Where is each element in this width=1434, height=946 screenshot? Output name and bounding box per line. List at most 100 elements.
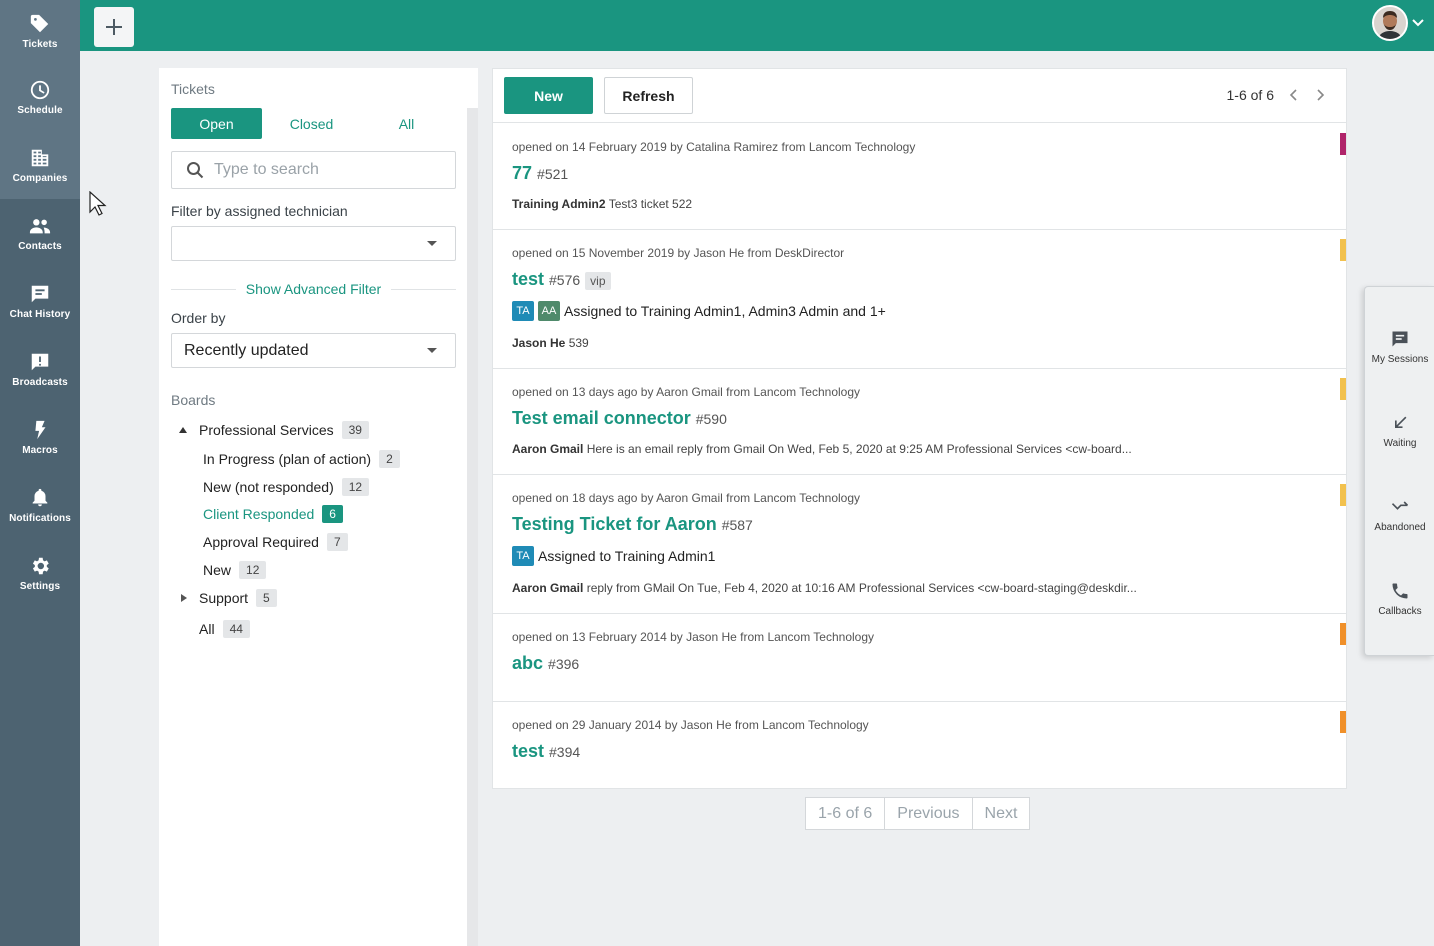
nav-label: Broadcasts xyxy=(12,376,68,388)
nav-tickets[interactable]: Tickets xyxy=(0,0,80,63)
previous-button[interactable]: Previous xyxy=(885,798,973,829)
filter-scrollbar[interactable] xyxy=(467,108,478,946)
assignee-text: Assigned to Training Admin1 xyxy=(538,548,716,564)
chevron-left-icon[interactable] xyxy=(1288,88,1300,102)
note-author: Training Admin2 xyxy=(512,197,606,211)
vip-badge: vip xyxy=(585,272,611,290)
ticket-last-note: Jason He 539 xyxy=(512,336,589,350)
ticket-title[interactable]: test #394 xyxy=(512,741,580,762)
note-author: Jason He xyxy=(512,336,566,350)
create-button[interactable] xyxy=(94,7,134,47)
list-toolbar: New Refresh 1-6 of 6 xyxy=(493,69,1346,123)
board-new-not-responded[interactable]: New (not responded) 12 xyxy=(203,478,370,496)
tab-closed[interactable]: Closed xyxy=(266,108,357,139)
ticket-row[interactable]: opened on 13 February 2014 by Jason He f… xyxy=(493,614,1346,702)
chevron-down-icon[interactable] xyxy=(1411,16,1425,30)
building-icon xyxy=(31,149,49,166)
tab-open[interactable]: Open xyxy=(171,108,262,139)
ticket-row[interactable]: opened on 18 days ago by Aaron Gmail fro… xyxy=(493,475,1346,614)
ticket-row[interactable]: opened on 29 January 2014 by Jason He fr… xyxy=(493,702,1346,789)
board-label: Client Responded xyxy=(203,506,315,522)
nav-notifications[interactable]: Notifications xyxy=(0,471,80,539)
ticket-title[interactable]: 77 #521 xyxy=(512,163,568,184)
next-button[interactable]: Next xyxy=(973,798,1030,829)
nav-label: Settings xyxy=(19,580,61,592)
note-text: reply from GMail On Tue, Feb 4, 2020 at … xyxy=(586,581,1137,595)
ticket-meta: opened on 13 days ago by Aaron Gmail fro… xyxy=(512,385,860,399)
ticket-title-text: Testing Ticket for Aaron xyxy=(512,514,717,534)
board-label: Approval Required xyxy=(203,534,319,550)
plus-icon xyxy=(106,19,122,35)
ticket-title[interactable]: test #576 vip xyxy=(512,269,611,290)
ticket-assignees: TA AA Assigned to Training Admin1, Admin… xyxy=(512,301,886,321)
ticket-title[interactable]: Test email connector #590 xyxy=(512,408,727,429)
nav-label: Macros xyxy=(22,444,58,456)
ticket-list-panel: New Refresh 1-6 of 6 opened on 14 Februa… xyxy=(492,68,1347,789)
left-nav: Tickets Schedule Companies Contacts Chat… xyxy=(0,0,80,946)
collapse-icon[interactable] xyxy=(179,427,187,433)
search-input[interactable] xyxy=(214,161,444,179)
order-select[interactable]: Recently updated xyxy=(171,333,456,368)
ticket-row[interactable]: opened on 15 November 2019 by Jason He f… xyxy=(493,230,1346,369)
assignee-text: Assigned to Training Admin1, Admin3 Admi… xyxy=(564,303,886,319)
priority-stripe xyxy=(1340,711,1346,733)
arrow-down-left-icon xyxy=(1395,416,1407,428)
ticket-number: #396 xyxy=(548,656,580,672)
nav-settings[interactable]: Settings xyxy=(0,539,80,607)
callbacks-button[interactable]: Callbacks xyxy=(1365,581,1434,617)
ticket-title[interactable]: Testing Ticket for Aaron #587 xyxy=(512,514,753,535)
board-in-progress[interactable]: In Progress (plan of action) 2 xyxy=(203,450,400,468)
board-client-responded[interactable]: Client Responded 6 xyxy=(203,505,343,523)
tab-all[interactable]: All xyxy=(361,108,452,139)
ticket-title[interactable]: abc #396 xyxy=(512,653,579,674)
nav-schedule[interactable]: Schedule xyxy=(0,63,80,131)
chevron-right-icon[interactable] xyxy=(1314,88,1326,102)
chat-float-panel: My Sessions Waiting Abandoned Callbacks xyxy=(1364,286,1434,656)
my-sessions-button[interactable]: My Sessions xyxy=(1365,329,1434,365)
bolt-icon xyxy=(35,420,46,439)
user-avatar[interactable] xyxy=(1372,5,1408,41)
abandoned-button[interactable]: Abandoned xyxy=(1365,497,1434,533)
nav-chat-history[interactable]: Chat History xyxy=(0,267,80,335)
ticket-number: #576 xyxy=(549,272,581,288)
waiting-button[interactable]: Waiting xyxy=(1365,413,1434,449)
refresh-button[interactable]: Refresh xyxy=(604,77,693,114)
order-label: Order by xyxy=(171,310,226,326)
count-badge: 5 xyxy=(256,589,277,607)
technician-select[interactable] xyxy=(171,226,456,261)
new-ticket-button[interactable]: New xyxy=(504,77,593,114)
nav-companies[interactable]: Companies xyxy=(0,131,80,199)
board-all[interactable]: All 44 xyxy=(199,620,250,638)
filter-panel: Tickets Open Closed All Filter by assign… xyxy=(159,68,478,946)
count-badge: 6 xyxy=(322,505,343,523)
boards-label: Boards xyxy=(171,392,216,408)
note-text: Here is an email reply from Gmail On Wed… xyxy=(586,442,1132,456)
priority-stripe xyxy=(1340,484,1346,506)
count-badge: 7 xyxy=(326,533,348,551)
ticket-last-note: Aaron Gmail Here is an email reply from … xyxy=(512,442,1132,456)
nav-macros[interactable]: Macros xyxy=(0,403,80,471)
board-professional-services[interactable]: Professional Services 39 xyxy=(199,421,369,439)
clock-icon xyxy=(30,80,50,99)
ticket-meta: opened on 14 February 2019 by Catalina R… xyxy=(512,140,916,154)
ticket-meta: opened on 13 February 2014 by Jason He f… xyxy=(512,630,875,644)
count-badge: 12 xyxy=(239,561,267,579)
expand-icon[interactable] xyxy=(181,594,187,602)
ticket-number: #590 xyxy=(695,411,727,427)
nav-broadcasts[interactable]: Broadcasts xyxy=(0,335,80,403)
order-value: Recently updated xyxy=(184,341,309,359)
board-new[interactable]: New 12 xyxy=(203,561,267,579)
assignee-tag: TA xyxy=(512,546,534,566)
ticket-assignees: TA Assigned to Training Admin1 xyxy=(512,546,715,566)
ticket-title-text: abc xyxy=(512,653,544,673)
nav-contacts[interactable]: Contacts xyxy=(0,199,80,267)
range-text: 1-6 of 6 xyxy=(1226,87,1274,103)
ticket-row[interactable]: opened on 13 days ago by Aaron Gmail fro… xyxy=(493,369,1346,475)
filter-title: Tickets xyxy=(171,81,215,97)
board-approval-required[interactable]: Approval Required 7 xyxy=(203,533,348,551)
ticket-row[interactable]: opened on 14 February 2019 by Catalina R… xyxy=(493,124,1346,230)
missed-call-icon xyxy=(1391,501,1409,510)
board-support[interactable]: Support 5 xyxy=(199,589,277,607)
assignee-tag: TA xyxy=(512,301,534,321)
show-advanced-filter-link[interactable]: Show Advanced Filter xyxy=(236,281,391,297)
